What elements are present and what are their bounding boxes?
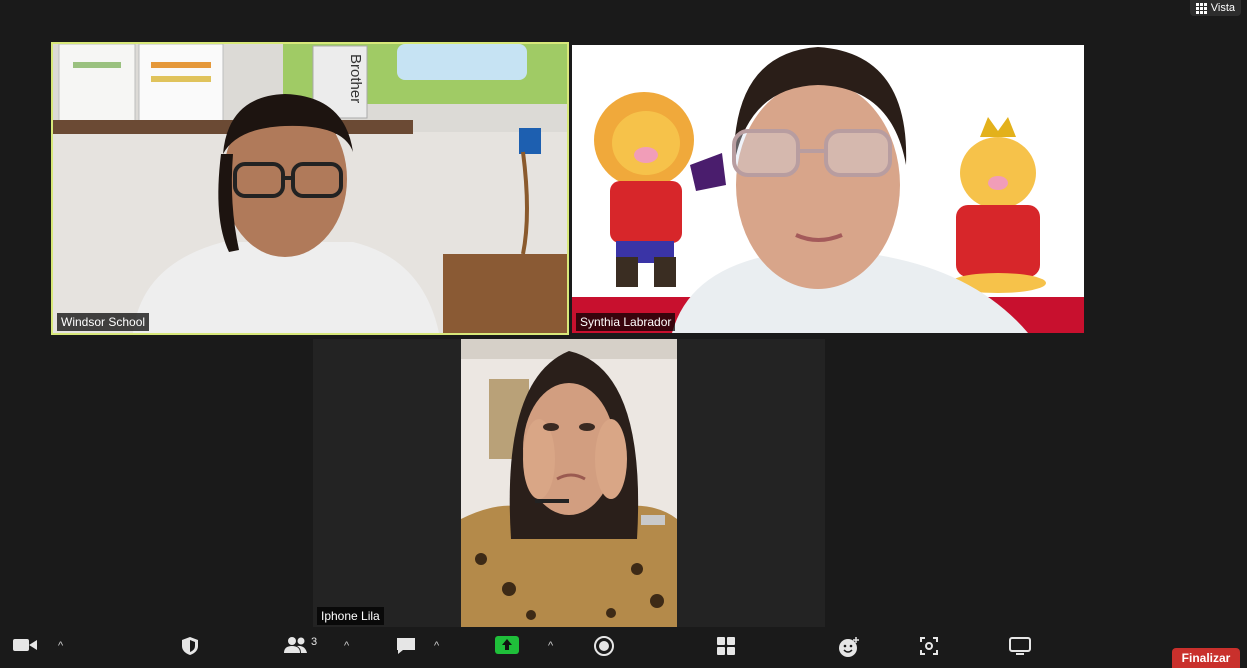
participant-name: Windsor School bbox=[57, 313, 150, 331]
video-tile-iphone-lila[interactable]: Iphone Lila bbox=[313, 339, 825, 627]
record-icon bbox=[594, 636, 614, 656]
participant-video: Brother bbox=[53, 44, 567, 333]
share-screen-icon bbox=[495, 636, 519, 654]
apps-button[interactable] bbox=[716, 636, 736, 656]
end-meeting-button[interactable]: Finalizar bbox=[1172, 648, 1240, 668]
participant-name: Synthia Labrador bbox=[576, 313, 676, 331]
meeting-toolbar: ^ 3 ^ ^ ^ Finalizar bbox=[0, 630, 1247, 668]
chat-button[interactable] bbox=[395, 636, 417, 656]
grid-icon bbox=[1195, 2, 1207, 14]
share-options-caret[interactable]: ^ bbox=[548, 640, 553, 652]
video-button[interactable] bbox=[12, 636, 38, 654]
chat-bubble-icon bbox=[397, 638, 415, 654]
record-button[interactable] bbox=[594, 636, 614, 656]
video-tile-synthia-labrador[interactable]: Synthia Labrador bbox=[572, 45, 1084, 333]
people-icon bbox=[284, 637, 307, 653]
video-camera-icon bbox=[13, 639, 37, 651]
chat-options-caret[interactable]: ^ bbox=[434, 640, 439, 652]
whiteboard-button[interactable] bbox=[919, 636, 939, 656]
participants-button[interactable]: 3 bbox=[283, 635, 317, 655]
participant-video bbox=[461, 339, 677, 627]
participant-name: Iphone Lila bbox=[317, 607, 384, 625]
whiteboard-icon bbox=[920, 637, 938, 655]
view-button-label: Vista bbox=[1210, 2, 1235, 14]
security-button[interactable] bbox=[180, 636, 200, 656]
video-options-caret[interactable]: ^ bbox=[58, 640, 63, 652]
participants-options-caret[interactable]: ^ bbox=[344, 640, 349, 652]
view-button[interactable]: Vista bbox=[1189, 0, 1241, 16]
participants-count: 3 bbox=[311, 636, 318, 648]
participant-video bbox=[572, 45, 1084, 333]
sticky-note-text: Brother bbox=[347, 54, 364, 103]
monitor-icon bbox=[1009, 637, 1031, 655]
apps-grid-icon bbox=[717, 637, 735, 655]
smiley-icon bbox=[839, 637, 859, 657]
share-screen-button[interactable] bbox=[495, 636, 519, 654]
shield-icon bbox=[182, 637, 198, 655]
video-tile-windsor-school[interactable]: Brother Windsor School bbox=[51, 42, 569, 335]
reactions-button[interactable] bbox=[838, 636, 860, 658]
more-button[interactable] bbox=[1009, 636, 1031, 656]
